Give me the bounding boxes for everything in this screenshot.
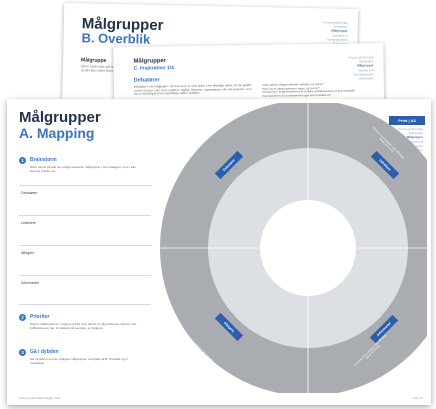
step-number: 3 [19, 349, 26, 356]
sheet-c-meta-nav: Proces-guide bilag Startpakke Målgrupper… [349, 55, 374, 81]
mapping-diagram: Debatører Personer som deltager i den of… [143, 103, 427, 393]
meta-item: Skabeloner [358, 76, 374, 81]
page-title: Målgrupper [19, 109, 101, 126]
sheet-c-title: Målgrupper [133, 58, 167, 65]
field-afbigere[interactable]: Afbigere [19, 245, 151, 276]
sheet-c-heading: Debatører [133, 77, 160, 84]
sheet-a-meta-nav: Proces-guide bilag Startpakke Målgrupper… [398, 127, 423, 152]
footer-right: Side 1/2 [412, 396, 423, 400]
print-a3-button[interactable]: Print | A3 [389, 116, 425, 125]
step-label: Prioriter [30, 314, 50, 320]
sheet-b-subtitle: B. Overblik [81, 30, 151, 47]
sheet-a-mapping: Målgrupper A. Mapping 1 Brainstorm Skriv… [7, 99, 431, 405]
footer-left: Proces-guide til Bæredygtig viden [19, 396, 61, 400]
sheet-b-meta-nav: Proces-guide bilag Startpakke Målgrupper… [323, 20, 348, 46]
meta-item[interactable]: Skabeloner [398, 148, 423, 152]
step-text: Placér målgrupperne i ringene ud fra hvo… [30, 322, 137, 330]
step-text: Skriv navne på alle de mulige relevante … [30, 165, 136, 173]
sheet-c-body: Debatører er de målgrupper, der kan være… [133, 82, 252, 96]
center-circle [260, 200, 356, 296]
field-label: Afbigere [21, 251, 35, 255]
sheet-b-block-label: Målgruppe [81, 57, 107, 64]
step-label: Gå i dybden [30, 349, 59, 355]
field-label: Udviklere [21, 221, 36, 225]
sheet-c-bullets: Hvilke aktører deltager allerede i debat… [262, 82, 370, 98]
step-number: 1 [19, 157, 26, 164]
step-number: 2 [19, 314, 26, 321]
field-informanter[interactable]: Informanter [19, 275, 151, 305]
sheet-c-subtitle: C. Inspiration 1/4 [133, 65, 174, 72]
field-udviklere[interactable]: Udviklere [19, 215, 151, 246]
field-debatorer[interactable]: Debatører [19, 185, 151, 216]
field-label: Debatører [21, 191, 38, 195]
field-label: Informanter [21, 281, 40, 285]
step-text: Gå i dybden med de vigtigste målgrupper … [30, 357, 129, 365]
step-label: Brainstorm [30, 157, 57, 163]
bullet-item: Hvad skal der til, for at debatørerne ta… [261, 93, 332, 98]
page-subtitle: A. Mapping [19, 125, 95, 141]
